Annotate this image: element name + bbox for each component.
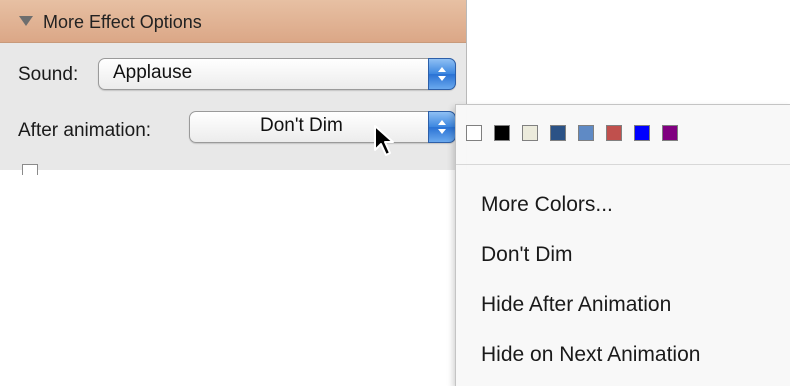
- menu-item-label: Hide After Animation: [481, 293, 672, 316]
- sound-popup-value: Applause: [113, 62, 193, 83]
- option-checkbox[interactable]: [22, 164, 38, 175]
- after-animation-popup[interactable]: Don't Dim: [189, 111, 456, 143]
- sound-label: Sound:: [18, 64, 79, 85]
- menu-item-label: Don't Dim: [481, 243, 573, 266]
- menu-item-dont-dim[interactable]: Don't Dim: [456, 235, 790, 275]
- after-animation-label: After animation:: [18, 120, 152, 141]
- menu-item-hide-after-animation[interactable]: Hide After Animation: [456, 285, 790, 325]
- swatch-purple[interactable]: [662, 125, 678, 141]
- menu-item-more-colors[interactable]: More Colors...: [456, 185, 790, 225]
- header-title: More Effect Options: [43, 12, 202, 32]
- menu-item-label: Hide on Next Animation: [481, 343, 701, 366]
- sound-popup[interactable]: Applause: [98, 58, 456, 90]
- after-animation-popup-value: Don't Dim: [260, 115, 343, 136]
- menu-item-label: More Colors...: [481, 193, 613, 216]
- swatch-light-blue[interactable]: [578, 125, 594, 141]
- sound-popup-arrows-icon: [428, 58, 456, 90]
- menu-separator: [456, 164, 790, 165]
- swatch-beige[interactable]: [522, 125, 538, 141]
- swatch-red[interactable]: [606, 125, 622, 141]
- menu-item-hide-on-next-animation[interactable]: Hide on Next Animation: [456, 335, 790, 375]
- disclosure-triangle-icon[interactable]: [19, 16, 33, 26]
- swatch-white[interactable]: [466, 125, 482, 141]
- swatch-black[interactable]: [494, 125, 510, 141]
- swatch-dark-blue[interactable]: [550, 125, 566, 141]
- more-effect-options-header[interactable]: More Effect Options: [0, 0, 466, 43]
- after-animation-menu: More Colors... Don't Dim Hide After Anim…: [455, 104, 790, 386]
- mouse-pointer-icon: [374, 125, 394, 156]
- after-animation-popup-arrows-icon: [428, 111, 456, 143]
- swatch-blue[interactable]: [634, 125, 650, 141]
